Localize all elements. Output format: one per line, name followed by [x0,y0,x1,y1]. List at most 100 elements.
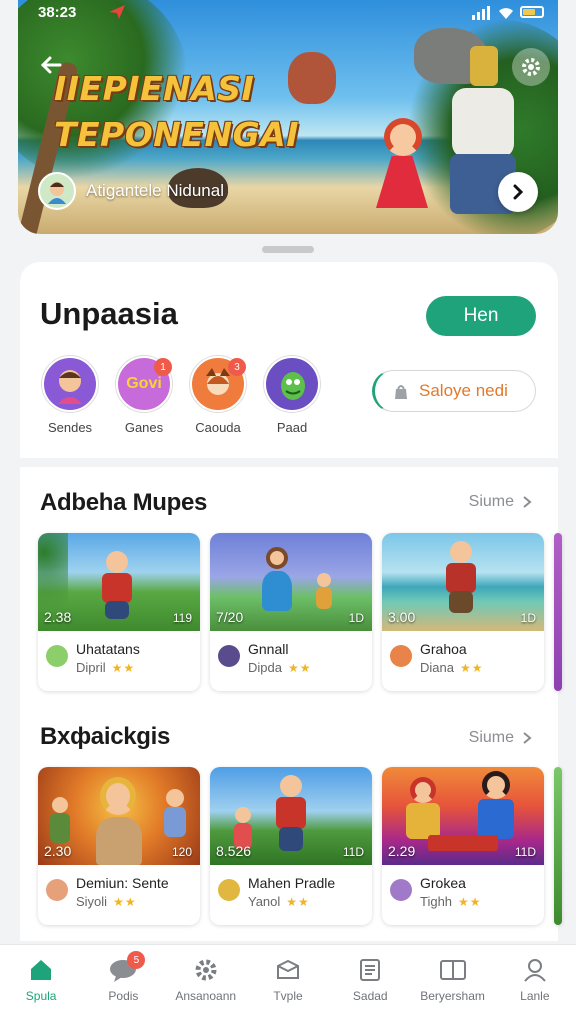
category-item[interactable]: Govi 1 Ganes [116,356,172,435]
video-creator: Siyoli [76,894,108,909]
video-card[interactable]: 2.29 11D Grokea Tighh ★★ [382,767,544,925]
video-duration: 2.38 [44,609,72,625]
drag-handle[interactable] [262,246,314,253]
star-rating-icon: ★★ [459,660,484,675]
creator-avatar [218,645,240,667]
video-card[interactable]: 2.30 120 Demiun: Sente Siyoli ★★ [38,767,200,925]
video-title: Gnnall [248,641,289,657]
video-card-peek[interactable] [554,767,562,925]
battery-icon [520,6,544,18]
child-avatar-icon [48,182,66,204]
nav-item-document[interactable]: Sadad [329,945,411,1024]
filter-chip[interactable]: Saloye nedi [372,370,536,412]
star-rating-icon: ★★ [113,894,137,909]
notification-badge: 1 [154,358,172,376]
creator-avatar [46,645,68,667]
chevron-right-icon [523,732,532,744]
video-title: Grokea [420,875,466,891]
nav-item-book[interactable]: Beryersham [411,945,493,1024]
star-rating-icon: ★★ [286,894,310,909]
category-label: Ganes [124,420,164,435]
book-icon [439,960,466,980]
video-count: 120 [171,845,192,859]
video-count: 11D [342,845,364,859]
star-rating-icon: ★★ [458,894,482,909]
nav-label: Spula [25,989,57,1003]
hero-title-line2: TEPONENGAI [54,115,299,154]
video-row: 2.30 120 Demiun: Sente Siyoli ★★ 8.526 1… [38,767,562,925]
nav-item-profile[interactable]: Lanle [494,945,576,1024]
category-item[interactable]: Paad [264,356,320,435]
category-avatar [42,356,98,412]
see-more-link[interactable]: Siume [469,493,532,511]
video-card-peek[interactable] [554,533,562,691]
category-label: Paad [276,420,308,435]
gear-icon [195,959,217,981]
nav-item-home[interactable]: Spula [0,945,82,1024]
profile-icon [524,959,546,982]
video-title: Demiun: Sente [76,875,169,891]
box-icon [276,959,299,979]
video-count: 1D [348,611,364,625]
video-card[interactable]: 7/20 1D Gnnall Dipda ★★ [210,533,372,691]
see-more-link[interactable]: Siume [469,729,532,747]
chevron-right-icon [513,184,524,200]
creator-avatar [390,879,412,901]
status-time: 38:23 [38,4,77,21]
video-count: 11D [514,845,536,859]
see-more-label: Siume [468,729,514,746]
video-meta: Grokea Tighh ★★ [390,875,482,909]
video-meta: Demiun: Sente Siyoli ★★ [46,875,169,909]
nav-item-box[interactable]: Tvple [247,945,329,1024]
video-thumbnail: 3.00 1D [382,533,544,631]
hero-author[interactable]: Atigantele Nidunal [38,172,224,210]
video-meta: Gnnall Dipda ★★ [218,641,311,675]
category-avatar [264,356,320,412]
video-duration: 8.526 [216,843,252,859]
hero-next-button[interactable] [498,172,538,212]
category-label: Caouda [195,420,241,435]
video-thumbnail: 2.30 120 [38,767,200,865]
see-more-label: Siume [468,493,514,510]
category-item[interactable]: 3 Caouda [190,356,246,435]
home-icon [31,960,52,980]
video-meta: Grahoa Diana ★★ [390,641,483,675]
video-duration: 7/20 [216,609,244,625]
video-duration: 2.30 [44,843,72,859]
category-item[interactable]: Sendes [42,356,98,435]
star-rating-icon: ★★ [287,660,312,675]
settings-button[interactable] [512,48,550,86]
video-title: Mahen Pradle [248,875,336,891]
video-creator: Diana [420,660,454,675]
wifi-icon [499,8,513,19]
video-card[interactable]: 2.38 119 Uhatatans Dipril ★★ [38,533,200,691]
author-avatar [38,172,76,210]
section-title: Adbeha Mupes [40,489,208,516]
video-thumbnail: 2.29 11D [382,767,544,865]
video-count: 1D [520,611,536,625]
star-rating-icon: ★★ [111,660,136,675]
category-avatar: 3 [190,356,246,412]
monster-avatar-icon [281,372,305,400]
primary-action-button[interactable]: Hen [426,296,536,336]
video-count: 119 [172,611,192,625]
nav-item-chat[interactable]: 5 Podis [82,945,164,1024]
document-icon [360,959,381,981]
creator-avatar [218,879,240,901]
bottom-navigation: Spula 5 Podis Ansanoann Tvple Sadad Bery… [0,944,576,1024]
video-card[interactable]: 8.526 11D Mahen Pradle Yanol ★★ [210,767,372,925]
nav-item-settings[interactable]: Ansanoann [165,945,247,1024]
video-card[interactable]: 3.00 1D Grahoa Diana ★★ [382,533,544,691]
section-title: Bxфaickgis [40,723,171,750]
signal-icon [472,6,490,20]
nav-label: Beryersham [420,989,485,1003]
category-logo-text: Govi [126,375,162,392]
nav-badge: 5 [127,951,146,969]
video-thumbnail: 8.526 11D [210,767,372,865]
video-row: 2.38 119 Uhatatans Dipril ★★ 7/20 1D Gnn… [38,533,562,691]
video-meta: Uhatatans Dipril ★★ [46,641,140,675]
content-card: Adbeha Mupes Siume 2.38 119 Uhatatans Di… [20,467,562,941]
author-name: Atigantele Nidunal [86,181,224,200]
video-title: Grahoa [420,641,467,657]
gear-icon [522,58,540,76]
